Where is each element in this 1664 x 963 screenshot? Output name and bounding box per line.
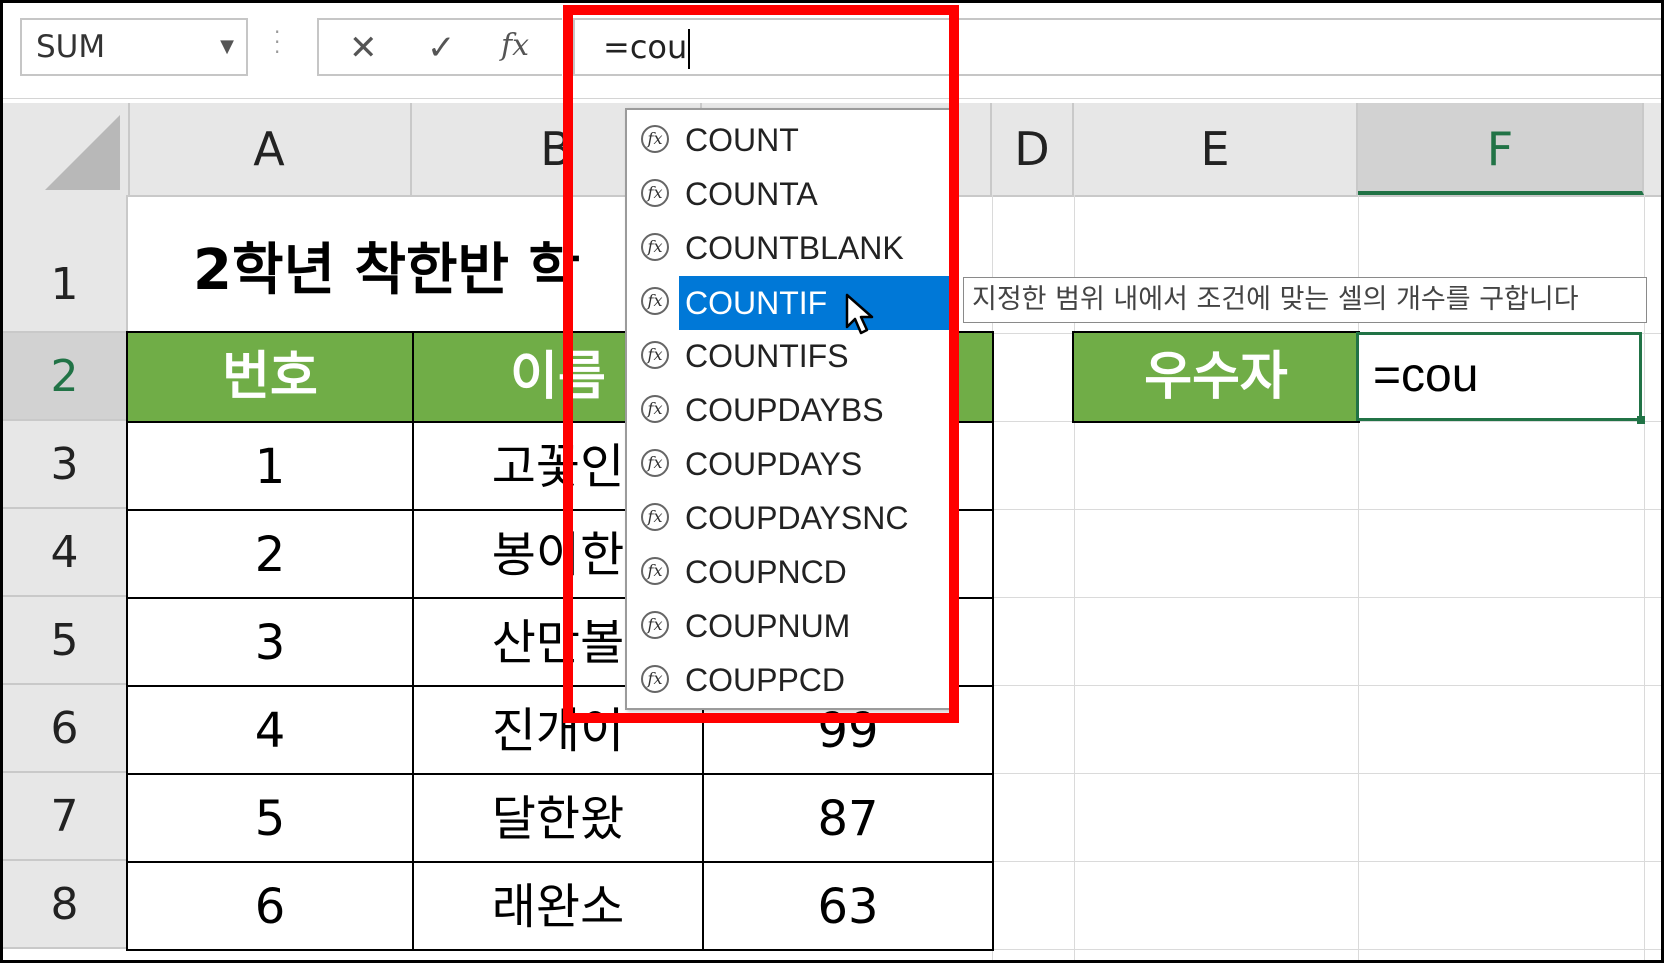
name-cell[interactable]: 래완소	[412, 861, 704, 951]
sheet-title[interactable]: 2학년 착한반 학	[193, 225, 580, 306]
highlight-box	[563, 5, 959, 723]
number-cell[interactable]: 3	[126, 597, 414, 687]
row-header-7[interactable]: 7	[3, 773, 128, 861]
row-header-3[interactable]: 3	[3, 421, 128, 509]
row-header-6[interactable]: 6	[3, 685, 128, 773]
row-header-5[interactable]: 5	[3, 597, 128, 685]
number-cell[interactable]: 2	[126, 509, 414, 599]
confirm-icon[interactable]: ✓	[427, 28, 456, 68]
active-cell-f2[interactable]: =cou	[1356, 332, 1642, 421]
excel-window: SUM ▼ ··· ✕ ✓ fx =cou A B C D E F 1 2 3 …	[0, 0, 1664, 963]
select-all-corner[interactable]	[3, 103, 130, 195]
cancel-icon[interactable]: ✕	[349, 28, 378, 68]
name-box[interactable]: SUM ▼	[20, 18, 248, 76]
row-header-4[interactable]: 4	[3, 509, 128, 597]
row-header-1[interactable]: 1	[3, 195, 128, 333]
header-best-cell[interactable]: 우수자	[1072, 331, 1360, 423]
number-cell[interactable]: 6	[126, 861, 414, 951]
fill-handle[interactable]	[1637, 416, 1645, 424]
column-header-e[interactable]: E	[1074, 103, 1358, 195]
header-number-cell[interactable]: 번호	[126, 331, 414, 423]
column-header-f[interactable]: F	[1358, 103, 1644, 195]
column-header-a[interactable]: A	[128, 103, 412, 195]
row-header-8[interactable]: 8	[3, 861, 128, 949]
formula-buttons: ✕ ✓ fx	[317, 18, 562, 76]
score-cell[interactable]: 63	[702, 861, 994, 951]
name-cell[interactable]: 달한왔	[412, 773, 704, 863]
number-cell[interactable]: 1	[126, 421, 414, 511]
select-all-icon	[45, 115, 120, 190]
number-cell[interactable]: 5	[126, 773, 414, 863]
chevron-down-icon[interactable]: ▼	[220, 20, 234, 74]
score-cell[interactable]: 87	[702, 773, 994, 863]
function-tooltip: 지정한 범위 내에서 조건에 맞는 셀의 개수를 구합니다	[963, 277, 1647, 323]
column-header-d[interactable]: D	[992, 103, 1074, 195]
number-cell[interactable]: 4	[126, 685, 414, 775]
name-box-value: SUM	[36, 29, 106, 65]
drag-handle-icon[interactable]: · · ·	[274, 22, 280, 62]
insert-function-icon[interactable]: fx	[501, 28, 529, 63]
row-header-2[interactable]: 2	[3, 333, 128, 421]
